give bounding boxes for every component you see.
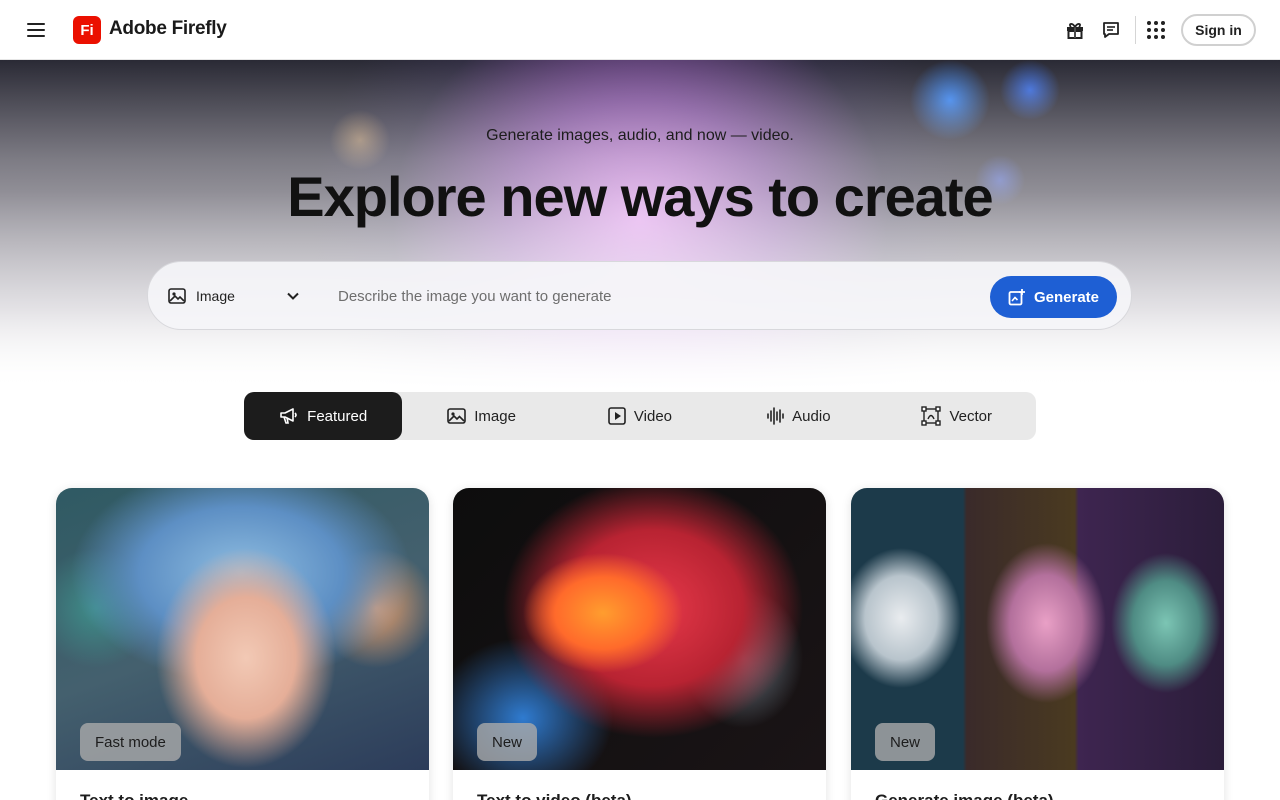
media-type-dropdown[interactable]: Image bbox=[168, 280, 308, 312]
tab-image[interactable]: Image bbox=[402, 392, 560, 440]
image-icon bbox=[447, 408, 467, 424]
header-divider bbox=[1135, 16, 1136, 44]
feature-card-generate-image[interactable]: New Generate image (beta) bbox=[851, 488, 1224, 800]
tab-vector[interactable]: Vector bbox=[878, 392, 1036, 440]
hero-banner: Generate images, audio, and now — video.… bbox=[0, 60, 1280, 390]
prompt-input[interactable] bbox=[338, 280, 958, 312]
card-badge: New bbox=[875, 723, 936, 761]
feature-card-text-to-video[interactable]: New Text to video (beta) bbox=[453, 488, 826, 800]
top-navigation-bar: Fi Adobe Firefly Sign in bbox=[0, 0, 1280, 60]
tab-label: Audio bbox=[792, 407, 831, 425]
tab-label: Image bbox=[474, 407, 516, 425]
card-title: Text to video (beta) bbox=[477, 791, 632, 800]
hero-subtitle: Generate images, audio, and now — video. bbox=[486, 127, 794, 144]
card-title: Text to image bbox=[80, 791, 188, 800]
image-icon bbox=[168, 288, 186, 304]
tab-featured[interactable]: Featured bbox=[244, 392, 403, 440]
prompt-bar: Image Generate bbox=[147, 261, 1132, 330]
tab-label: Featured bbox=[307, 407, 368, 425]
generate-button[interactable]: Generate bbox=[990, 276, 1117, 318]
chevron-down-icon bbox=[287, 292, 299, 300]
megaphone-icon bbox=[280, 408, 297, 424]
feature-card-text-to-image[interactable]: Fast mode Text to image bbox=[56, 488, 429, 800]
card-badge: Fast mode bbox=[80, 723, 181, 761]
generate-icon bbox=[1008, 289, 1025, 306]
brand-name[interactable]: Adobe Firefly bbox=[109, 18, 227, 40]
media-type-value: Image bbox=[196, 288, 235, 304]
tab-label: Video bbox=[633, 407, 673, 425]
menu-icon[interactable] bbox=[24, 18, 48, 42]
tab-label: Vector bbox=[949, 407, 993, 425]
audio-wave-icon bbox=[767, 407, 784, 425]
video-icon bbox=[608, 407, 626, 425]
tab-audio[interactable]: Audio bbox=[719, 392, 877, 440]
hero-title: Explore new ways to create bbox=[287, 165, 993, 228]
vector-icon bbox=[921, 406, 942, 426]
sign-in-button[interactable]: Sign in bbox=[1181, 14, 1256, 46]
category-tabs: Featured Image Video Audio Vector bbox=[244, 392, 1036, 440]
apps-grid-icon[interactable] bbox=[1144, 18, 1168, 42]
firefly-logo[interactable]: Fi bbox=[73, 16, 101, 44]
gift-icon[interactable] bbox=[1063, 18, 1087, 42]
card-title: Generate image (beta) bbox=[875, 791, 1054, 800]
generate-label: Generate bbox=[1033, 288, 1100, 306]
card-badge: New bbox=[477, 723, 538, 761]
tab-video[interactable]: Video bbox=[561, 392, 719, 440]
feedback-icon[interactable] bbox=[1099, 18, 1123, 42]
